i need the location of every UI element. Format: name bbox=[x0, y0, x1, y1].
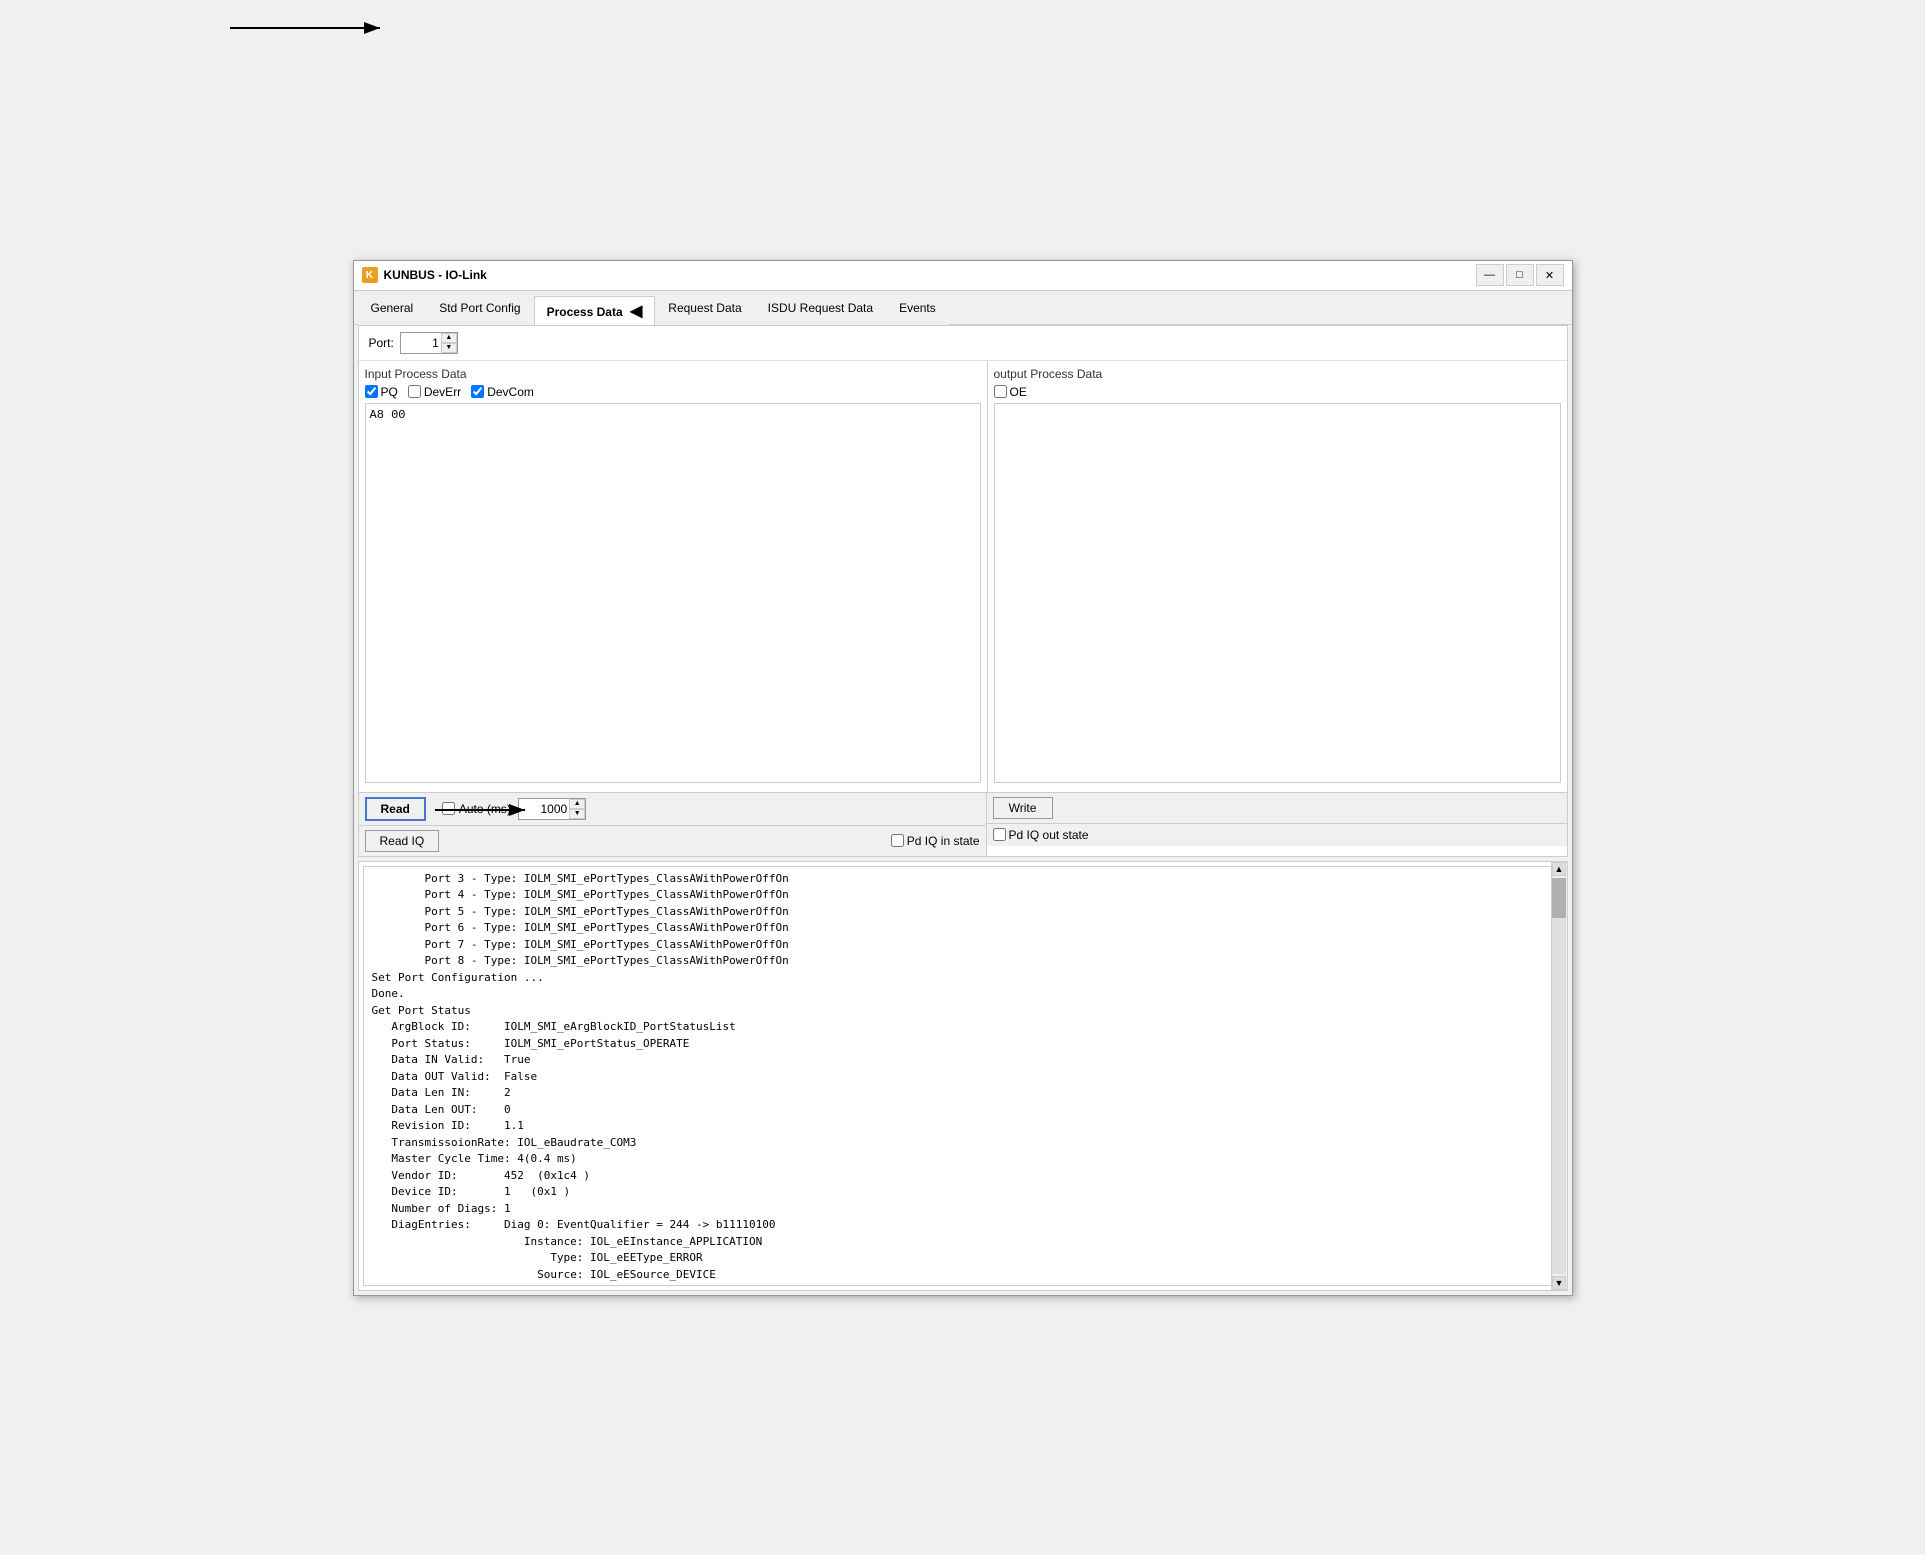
checkbox-devcom-input[interactable] bbox=[471, 385, 484, 398]
tab-request-data[interactable]: Request Data bbox=[655, 296, 754, 325]
tab-process-data[interactable]: Process Data ◀ bbox=[534, 296, 656, 325]
auto-checkbox[interactable] bbox=[442, 802, 455, 815]
tab-bar: General Std Port Config Process Data ◀ R… bbox=[354, 291, 1572, 325]
auto-ms-spinner[interactable]: ▲ ▼ bbox=[518, 798, 586, 820]
content-area: Port: ▲ ▼ Input Process Data PQ bbox=[358, 325, 1568, 857]
port-input[interactable] bbox=[401, 333, 441, 353]
pd-iq-out-row: Pd IQ out state bbox=[987, 824, 1567, 846]
pd-iq-out-checkbox[interactable] bbox=[993, 828, 1006, 841]
scroll-down-button[interactable]: ▼ bbox=[1552, 1276, 1566, 1290]
main-window: K KUNBUS - IO-Link — □ ✕ General Std Por… bbox=[353, 260, 1573, 1296]
port-label: Port: bbox=[369, 336, 394, 350]
window-title: KUNBUS - IO-Link bbox=[384, 268, 487, 282]
port-row: Port: ▲ ▼ bbox=[359, 326, 1567, 361]
input-data-textarea[interactable]: A8 00 bbox=[365, 403, 981, 783]
maximize-button[interactable]: □ bbox=[1506, 264, 1534, 286]
title-bar-left: K KUNBUS - IO-Link bbox=[362, 267, 487, 283]
checkbox-deverr-input[interactable] bbox=[408, 385, 421, 398]
checkbox-oe-input[interactable] bbox=[994, 385, 1007, 398]
input-panel-title: Input Process Data bbox=[365, 367, 981, 381]
output-process-data-panel: output Process Data OE bbox=[987, 361, 1567, 792]
write-button-row: Write bbox=[987, 793, 1567, 824]
data-section: Input Process Data PQ DevErr DevCom bbox=[359, 361, 1567, 793]
auto-label: Auto (ms): bbox=[459, 802, 514, 816]
checkbox-pq-input[interactable] bbox=[365, 385, 378, 398]
read-button-row: Read Auto (ms): bbox=[359, 793, 986, 826]
pd-iq-in-state[interactable]: Pd IQ in state bbox=[891, 834, 980, 848]
minimize-button[interactable]: — bbox=[1476, 264, 1504, 286]
tab-arrow-annotation bbox=[220, 8, 420, 38]
read-button[interactable]: Read bbox=[365, 797, 426, 821]
checkbox-oe[interactable]: OE bbox=[994, 385, 1027, 399]
port-spin-up[interactable]: ▲ bbox=[441, 333, 457, 343]
auto-ms-input[interactable] bbox=[519, 799, 569, 819]
input-process-data-panel: Input Process Data PQ DevErr DevCom bbox=[359, 361, 987, 792]
bottom-left: Read Auto (ms): bbox=[359, 793, 987, 856]
scroll-track bbox=[1552, 878, 1566, 1274]
tab-isdu-request-data[interactable]: ISDU Request Data bbox=[755, 296, 886, 325]
bottom-right: Write Pd IQ out state bbox=[987, 793, 1567, 856]
close-button[interactable]: ✕ bbox=[1536, 264, 1564, 286]
output-panel-title: output Process Data bbox=[994, 367, 1561, 381]
checkbox-deverr[interactable]: DevErr bbox=[408, 385, 461, 399]
log-content: Port 3 - Type: IOLM_SMI_ePortTypes_Class… bbox=[372, 871, 1554, 1286]
scroll-up-button[interactable]: ▲ bbox=[1552, 862, 1566, 876]
app-icon: K bbox=[362, 267, 378, 283]
port-spin-down[interactable]: ▼ bbox=[441, 343, 457, 353]
scrollbar[interactable]: ▲ ▼ bbox=[1551, 862, 1567, 1290]
title-bar-controls: — □ ✕ bbox=[1476, 264, 1564, 286]
auto-ms-spin-down[interactable]: ▼ bbox=[569, 809, 585, 819]
checkbox-pq[interactable]: PQ bbox=[365, 385, 398, 399]
port-spinner[interactable]: ▲ ▼ bbox=[400, 332, 458, 354]
auto-section: Auto (ms): ▲ ▼ bbox=[442, 798, 586, 820]
tab-events[interactable]: Events bbox=[886, 296, 949, 325]
auto-ms-spinner-buttons: ▲ ▼ bbox=[569, 799, 585, 819]
auto-ms-spin-up[interactable]: ▲ bbox=[569, 799, 585, 809]
title-bar: K KUNBUS - IO-Link — □ ✕ bbox=[354, 261, 1572, 291]
scroll-thumb[interactable] bbox=[1552, 878, 1566, 918]
checkbox-devcom[interactable]: DevCom bbox=[471, 385, 534, 399]
port-spinner-buttons: ▲ ▼ bbox=[441, 333, 457, 353]
output-checkboxes-row: OE bbox=[994, 385, 1561, 399]
pd-iq-out-state[interactable]: Pd IQ out state bbox=[993, 828, 1089, 842]
log-container: Port 3 - Type: IOLM_SMI_ePortTypes_Class… bbox=[358, 861, 1568, 1291]
log-area[interactable]: Port 3 - Type: IOLM_SMI_ePortTypes_Class… bbox=[363, 866, 1563, 1286]
tab-std-port-config[interactable]: Std Port Config bbox=[426, 296, 533, 325]
read-iq-row: Read IQ Pd IQ in state bbox=[359, 826, 986, 856]
tab-general[interactable]: General bbox=[358, 296, 427, 325]
read-iq-button[interactable]: Read IQ bbox=[365, 830, 440, 852]
pd-iq-in-checkbox[interactable] bbox=[891, 834, 904, 847]
input-checkboxes-row: PQ DevErr DevCom bbox=[365, 385, 981, 399]
bottom-rows: Read Auto (ms): bbox=[359, 793, 1567, 856]
read-btn-container: Read bbox=[365, 797, 426, 821]
write-button[interactable]: Write bbox=[993, 797, 1053, 819]
output-data-textarea[interactable] bbox=[994, 403, 1561, 783]
